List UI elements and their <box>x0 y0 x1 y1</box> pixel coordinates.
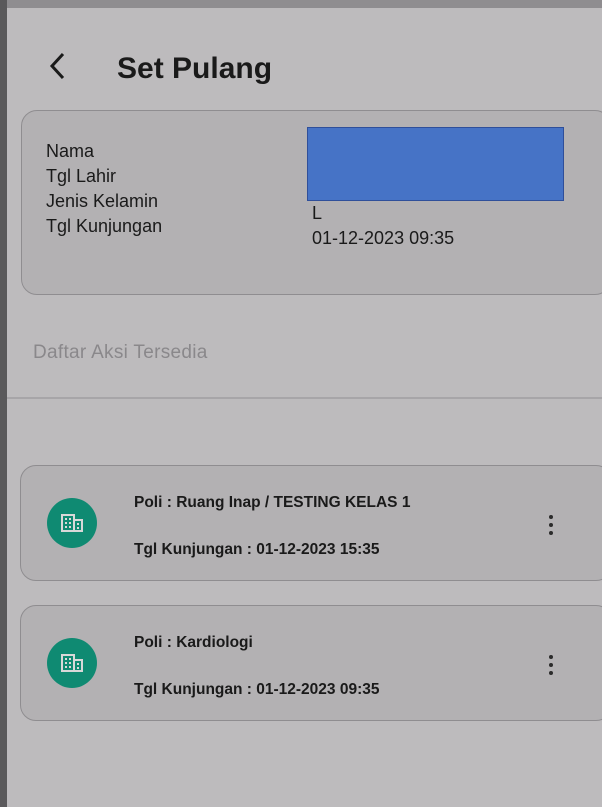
patient-info-card: Nama Tgl Lahir Jenis Kelamin Tgl Kunjung… <box>21 110 602 295</box>
status-strip <box>0 0 602 8</box>
screen-edge <box>0 0 7 807</box>
patient-info-values: L 01-12-2023 09:35 <box>312 201 454 251</box>
section-title: Daftar Aksi Tersedia <box>33 342 208 363</box>
visit-tgl: Tgl Kunjungan : 01-12-2023 15:35 <box>134 541 380 558</box>
chevron-left-icon <box>49 52 65 80</box>
redacted-patient-data <box>307 127 564 201</box>
more-vert-icon-dot <box>549 663 553 667</box>
visit-poli: Poli : Kardiologi <box>134 634 253 651</box>
more-options-button[interactable] <box>539 510 563 540</box>
more-vert-icon <box>549 515 553 519</box>
building-icon <box>61 654 83 672</box>
label-tgl-kunjungan: Tgl Kunjungan <box>46 216 163 236</box>
more-vert-icon <box>549 655 553 659</box>
page-title: Set Pulang <box>117 52 273 85</box>
value-tgl-kunjungan: 01-12-2023 09:35 <box>312 228 455 248</box>
label-jenis-kelamin: Jenis Kelamin <box>46 191 159 211</box>
more-vert-icon-dot <box>549 531 553 535</box>
label-nama: Nama <box>46 141 95 161</box>
section-divider <box>7 397 602 399</box>
building-icon <box>61 514 83 532</box>
more-vert-icon-dot <box>549 671 553 675</box>
label-tgl-lahir: Tgl Lahir <box>46 166 117 186</box>
more-vert-icon-dot <box>549 523 553 527</box>
patient-info-labels: Nama Tgl Lahir Jenis Kelamin Tgl Kunjung… <box>46 139 162 239</box>
visit-card[interactable]: Poli : Kardiologi Tgl Kunjungan : 01-12-… <box>20 605 602 721</box>
back-button[interactable] <box>43 46 73 86</box>
visit-tgl: Tgl Kunjungan : 01-12-2023 09:35 <box>134 681 380 698</box>
visit-avatar <box>47 498 97 548</box>
app-header: Set Pulang <box>7 8 602 103</box>
value-jenis-kelamin: L <box>312 203 323 223</box>
visit-avatar <box>47 638 97 688</box>
visit-poli: Poli : Ruang Inap / TESTING KELAS 1 <box>134 494 411 511</box>
more-options-button[interactable] <box>539 650 563 680</box>
visit-card[interactable]: Poli : Ruang Inap / TESTING KELAS 1 Tgl … <box>20 465 602 581</box>
